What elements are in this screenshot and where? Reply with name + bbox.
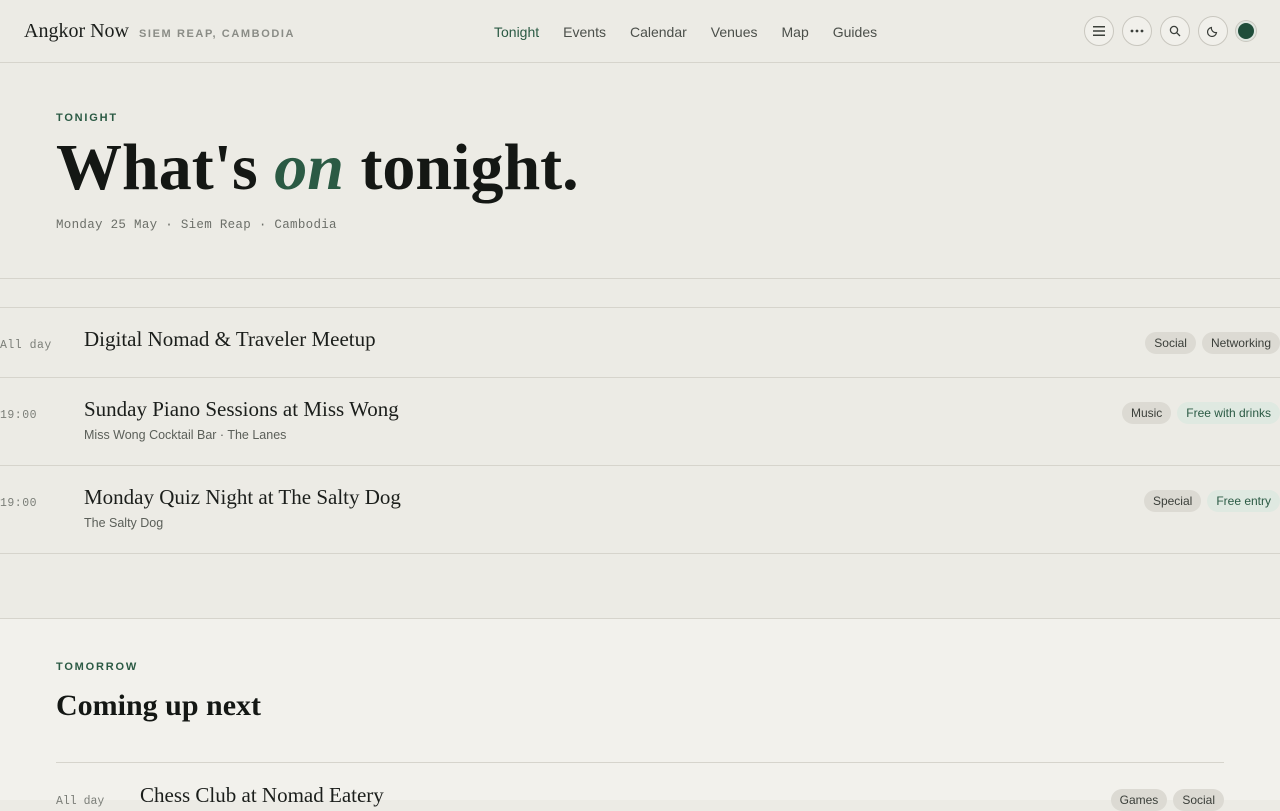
brand-name[interactable]: Angkor Now — [24, 20, 129, 43]
nav-calendar[interactable]: Calendar — [630, 24, 687, 40]
nav-events[interactable]: Events — [563, 24, 606, 40]
hero-eyebrow: TONIGHT — [56, 112, 118, 124]
more-icon[interactable] — [1122, 16, 1152, 46]
event-title[interactable]: Monday Quiz Night at The Salty Dog — [84, 485, 401, 510]
nav-guides[interactable]: Guides — [833, 24, 877, 40]
event-title[interactable]: Sunday Piano Sessions at Miss Wong — [84, 397, 399, 422]
event-row[interactable]: 19:00 Monday Quiz Night at The Salty Dog… — [0, 466, 1280, 554]
brand[interactable]: Angkor Now SIEM REAP, CAMBODIA — [24, 20, 295, 43]
accent-color-dot[interactable] — [1236, 21, 1256, 41]
tag[interactable]: Networking — [1201, 332, 1280, 354]
search-icon[interactable] — [1160, 16, 1190, 46]
tomorrow-section: TOMORROW Coming up next All day Chess Cl… — [0, 618, 1280, 811]
event-time: 19:00 — [0, 409, 38, 422]
event-tags: Music Free with drinks — [1121, 402, 1280, 424]
event-row[interactable]: All day Digital Nomad & Traveler Meetup … — [0, 308, 1280, 378]
tomorrow-title: Coming up next — [56, 689, 262, 722]
hero: TONIGHT What's on tonight. Monday 25 May… — [56, 112, 579, 232]
divider — [56, 762, 1224, 763]
event-time: 19:00 — [0, 497, 38, 510]
tag[interactable]: Special — [1143, 490, 1202, 512]
tag[interactable]: Games — [1110, 789, 1168, 811]
hero-date-location: Monday 25 May · Siem Reap · Cambodia — [56, 218, 337, 232]
event-time: All day — [56, 795, 105, 808]
event-venue[interactable]: Miss Wong Cocktail Bar · The Lanes — [84, 428, 286, 442]
brand-location: SIEM REAP, CAMBODIA — [139, 28, 296, 40]
nav-map[interactable]: Map — [782, 24, 809, 40]
nav-tonight[interactable]: Tonight — [494, 24, 539, 40]
event-row[interactable]: 19:00 Sunday Piano Sessions at Miss Wong… — [0, 378, 1280, 466]
header-actions — [1084, 16, 1256, 46]
event-tags: Social Networking — [1145, 332, 1280, 354]
main-nav: Tonight Events Calendar Venues Map Guide… — [494, 24, 877, 40]
headline-emphasis: on — [274, 131, 344, 204]
moon-icon[interactable] — [1198, 16, 1228, 46]
tag[interactable]: Free entry — [1207, 490, 1280, 512]
tag[interactable]: Social — [1145, 332, 1196, 354]
tag[interactable]: Social — [1173, 789, 1224, 811]
menu-icon[interactable] — [1084, 16, 1114, 46]
event-tags: Special Free entry — [1143, 490, 1280, 512]
event-tags: Games Social — [1110, 789, 1224, 811]
tag[interactable]: Music — [1121, 402, 1172, 424]
event-title[interactable]: Digital Nomad & Traveler Meetup — [84, 327, 376, 352]
top-navigation-bar: Angkor Now SIEM REAP, CAMBODIA Tonight E… — [0, 0, 1280, 63]
page-title: What's on tonight. — [56, 132, 579, 204]
event-venue[interactable]: The Salty Dog — [84, 516, 163, 530]
tag[interactable]: Free with drinks — [1177, 402, 1280, 424]
headline-part-1: What's — [56, 131, 275, 204]
tomorrow-eyebrow: TOMORROW — [56, 661, 139, 673]
headline-part-2: tonight. — [343, 131, 579, 204]
event-time: All day — [0, 339, 52, 352]
nav-venues[interactable]: Venues — [711, 24, 758, 40]
event-title[interactable]: Chess Club at Nomad Eatery — [140, 783, 384, 808]
divider — [0, 278, 1280, 279]
